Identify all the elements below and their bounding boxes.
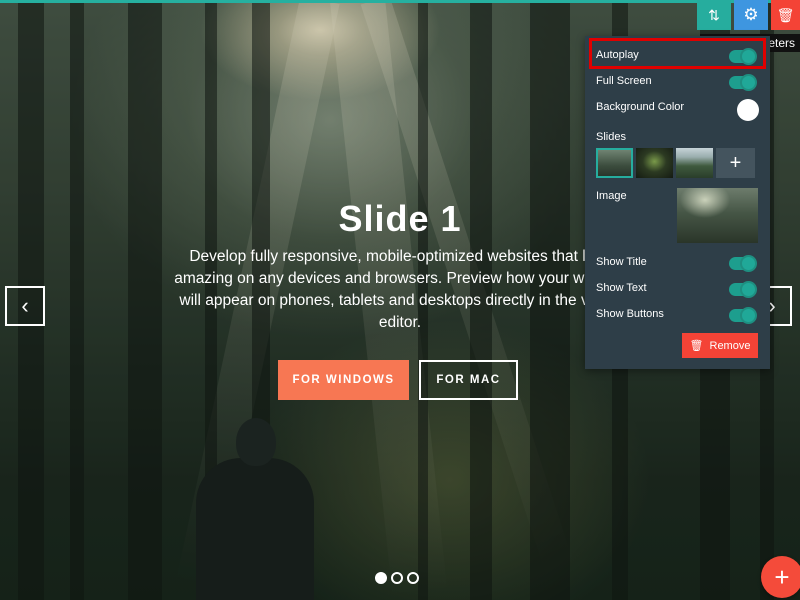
- add-block-button[interactable]: +: [761, 556, 800, 598]
- toggle-knob: [740, 307, 757, 324]
- slide-indicator-dot[interactable]: [375, 572, 387, 584]
- slide-indicator-dot[interactable]: [391, 572, 403, 584]
- slide-title: Slide 1: [338, 198, 462, 239]
- gear-icon: ⚙: [743, 5, 759, 24]
- for-windows-button[interactable]: FOR WINDOWS: [278, 360, 409, 400]
- slide-description: Develop fully responsive, mobile-optimiz…: [174, 248, 626, 331]
- slide-thumbnail[interactable]: [636, 148, 673, 178]
- show-text-label: Show Text: [596, 282, 647, 294]
- show-buttons-label: Show Buttons: [596, 308, 664, 320]
- person-silhouette: [196, 458, 314, 600]
- toggle-knob: [740, 48, 757, 65]
- remove-label: Remove: [709, 339, 751, 352]
- slide-thumbnail[interactable]: [596, 148, 633, 178]
- full-screen-label: Full Screen: [596, 75, 652, 87]
- autoplay-toggle[interactable]: [729, 48, 757, 65]
- image-preview[interactable]: [677, 188, 758, 243]
- slide-indicator-dot[interactable]: [407, 572, 419, 584]
- remove-button[interactable]: 🗑 Remove: [682, 333, 758, 358]
- previous-slide-button[interactable]: ‹: [5, 286, 45, 326]
- parameters-panel: Autoplay Full Screen Background Color Sl…: [585, 36, 770, 369]
- person-head: [236, 418, 276, 466]
- toggle-knob: [740, 74, 757, 91]
- toggle-knob: [740, 281, 757, 298]
- move-block-button[interactable]: ⇅: [697, 0, 731, 30]
- for-mac-button[interactable]: FOR MAC: [419, 360, 518, 400]
- image-label: Image: [596, 190, 627, 202]
- slides-label: Slides: [596, 131, 626, 143]
- trash-icon: 🗑: [776, 6, 795, 23]
- move-arrows-icon: ⇅: [708, 6, 720, 23]
- slide-indicators: [375, 572, 419, 584]
- show-title-toggle[interactable]: [729, 255, 757, 272]
- delete-block-button[interactable]: 🗑: [771, 0, 800, 30]
- show-title-label: Show Title: [596, 256, 647, 268]
- background-color-label: Background Color: [596, 101, 685, 113]
- top-accent-strip: [0, 0, 800, 3]
- slide-thumbnail[interactable]: [676, 148, 713, 178]
- toggle-knob: [740, 255, 757, 272]
- trash-icon: 🗑: [689, 340, 704, 352]
- chevron-left-icon: ‹: [21, 293, 29, 318]
- parameters-button[interactable]: ⚙: [734, 0, 768, 30]
- full-screen-toggle[interactable]: [729, 74, 757, 91]
- plus-icon: +: [729, 151, 742, 174]
- autoplay-label: Autoplay: [596, 49, 639, 61]
- show-buttons-toggle[interactable]: [729, 307, 757, 324]
- plus-icon: +: [774, 561, 790, 592]
- background-color-picker[interactable]: [737, 99, 759, 121]
- add-slide-button[interactable]: +: [716, 148, 755, 178]
- show-text-toggle[interactable]: [729, 281, 757, 298]
